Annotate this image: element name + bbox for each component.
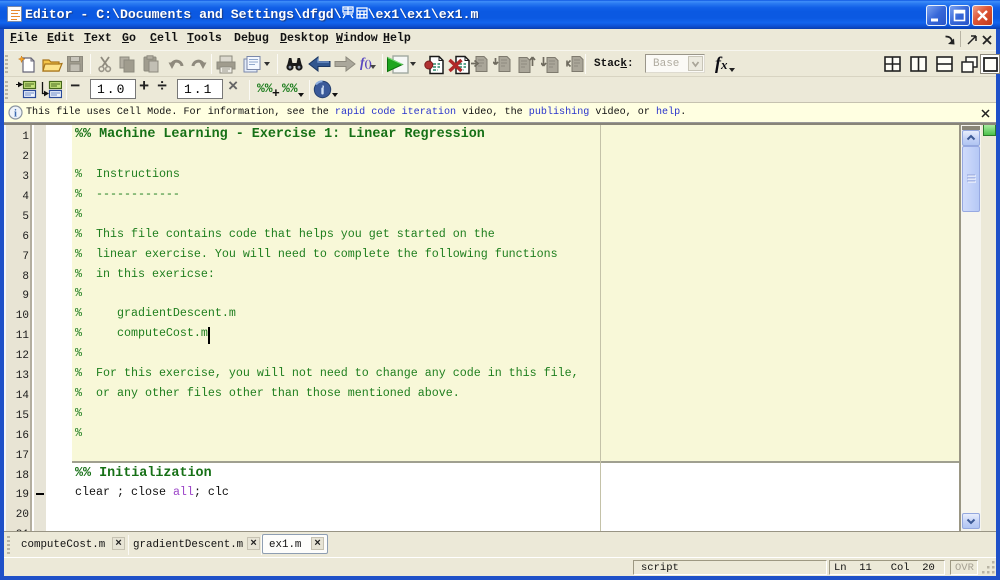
svg-text:i: i: [14, 109, 17, 120]
